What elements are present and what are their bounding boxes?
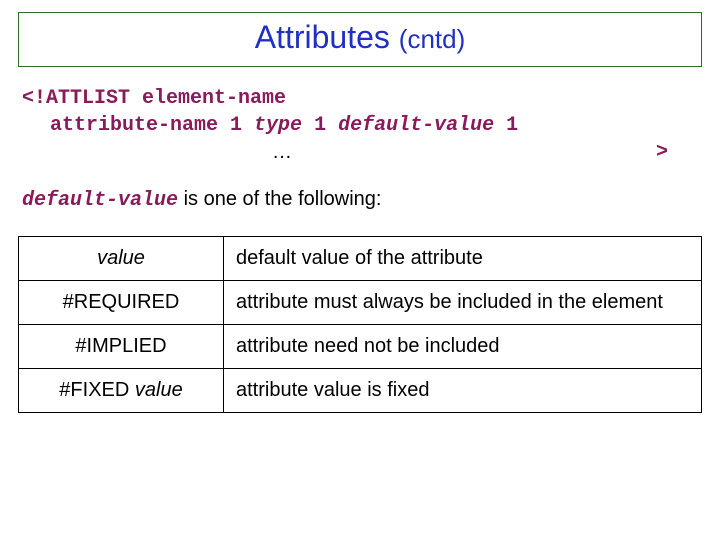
slide: Attributes (cntd) <!ATTLIST element-name… xyxy=(0,0,720,540)
key-prefix: #FIXED xyxy=(59,379,135,401)
option-desc: default value of the attribute xyxy=(224,237,702,281)
code-type: type xyxy=(254,114,302,137)
option-key: #REQUIRED xyxy=(19,281,224,325)
key-prefix: #IMPLIED xyxy=(75,335,166,357)
options-table: value default value of the attribute #RE… xyxy=(18,236,702,413)
default-value-term: default-value xyxy=(22,189,178,212)
table-row: #REQUIRED attribute must always be inclu… xyxy=(19,281,702,325)
attlist-syntax: <!ATTLIST element-name attribute-name 1 … xyxy=(22,85,698,166)
title-main: Attributes xyxy=(255,19,399,55)
title-paren: (cntd) xyxy=(399,24,465,54)
code-line-3: … > xyxy=(22,139,698,166)
code-default-value: default-value xyxy=(338,114,494,137)
key-prefix: #REQUIRED xyxy=(63,291,180,313)
option-desc: attribute need not be included xyxy=(224,325,702,369)
option-desc: attribute value is fixed xyxy=(224,369,702,413)
description-line: default-value is one of the following: xyxy=(22,188,698,212)
ellipsis: … xyxy=(272,139,292,166)
code-text: attribute-name 1 xyxy=(50,114,254,137)
table-row: #FIXED value attribute value is fixed xyxy=(19,369,702,413)
option-key: value xyxy=(19,237,224,281)
table-row: #IMPLIED attribute need not be included xyxy=(19,325,702,369)
option-desc: attribute must always be included in the… xyxy=(224,281,702,325)
key-italic: value xyxy=(135,379,183,401)
option-key: #IMPLIED xyxy=(19,325,224,369)
description-text: is one of the following: xyxy=(178,188,381,210)
title-box: Attributes (cntd) xyxy=(18,12,702,67)
table-row: value default value of the attribute xyxy=(19,237,702,281)
code-text: 1 xyxy=(302,114,338,137)
option-key: #FIXED value xyxy=(19,369,224,413)
key-italic: value xyxy=(97,247,145,269)
code-line-2: attribute-name 1 type 1 default-value 1 xyxy=(22,112,698,139)
code-text: 1 xyxy=(494,114,518,137)
close-angle: > xyxy=(656,139,668,166)
code-line-1: <!ATTLIST element-name xyxy=(22,85,698,112)
